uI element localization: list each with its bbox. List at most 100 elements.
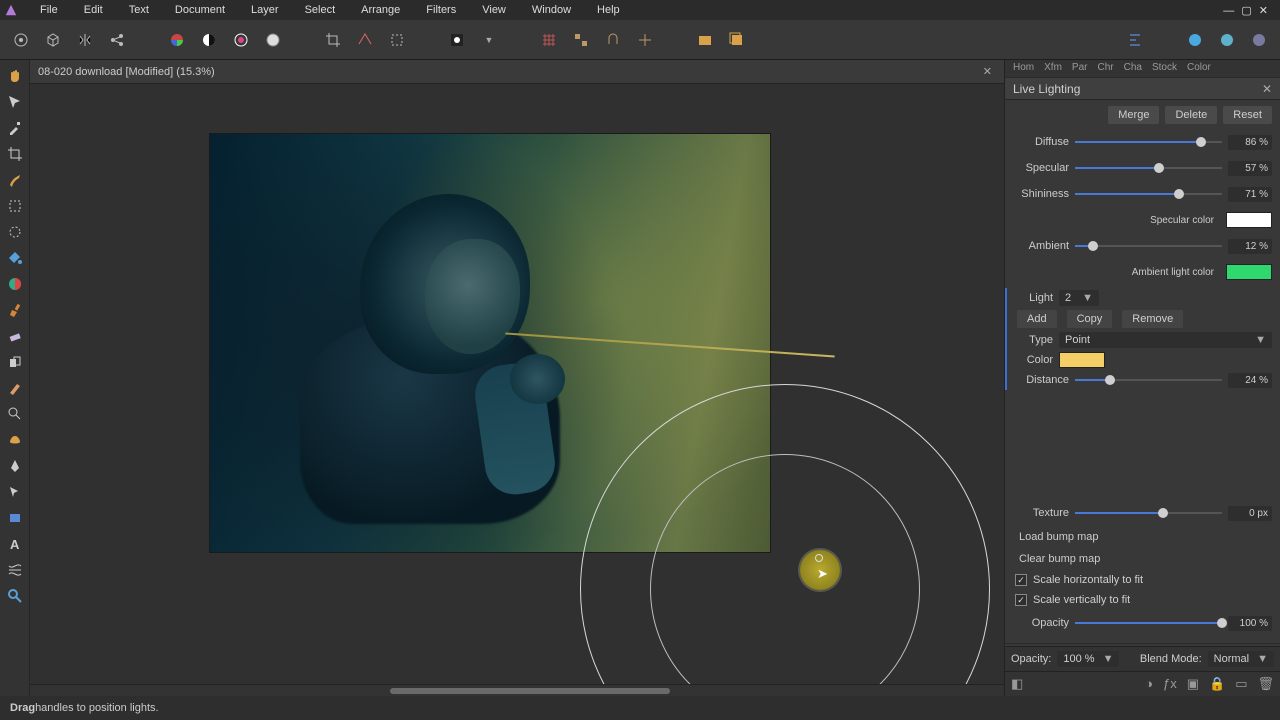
menu-select[interactable]: Select	[301, 2, 340, 18]
align-icon[interactable]	[1124, 29, 1146, 51]
shininess-value[interactable]: 71 %	[1228, 187, 1272, 202]
crop-tool-icon[interactable]	[5, 144, 25, 164]
layers-icon[interactable]: ◧	[1011, 676, 1023, 692]
light-select[interactable]: 2▼	[1059, 290, 1099, 306]
tab-character[interactable]: Chr	[1097, 62, 1113, 75]
inpaint-tool-icon[interactable]	[5, 378, 25, 398]
clone-tool-icon[interactable]	[5, 352, 25, 372]
ambient-color-swatch[interactable]	[1226, 264, 1272, 280]
blend-mode-select[interactable]: Normal▼	[1208, 651, 1274, 667]
dodge-tool-icon[interactable]	[5, 404, 25, 424]
paint-brush-tool-icon[interactable]	[5, 300, 25, 320]
menu-help[interactable]: Help	[593, 2, 624, 18]
merge-button[interactable]: Merge	[1108, 106, 1159, 124]
close-panel-icon[interactable]: ✕	[1262, 82, 1272, 96]
selection-icon[interactable]	[386, 29, 408, 51]
type-select[interactable]: Point▼	[1059, 332, 1272, 348]
close-document-icon[interactable]: ✕	[979, 65, 996, 78]
menu-filters[interactable]: Filters	[422, 2, 460, 18]
crop-icon[interactable]	[322, 29, 344, 51]
shininess-slider[interactable]	[1075, 187, 1222, 201]
window-controls[interactable]: — ▢ ✕	[1223, 4, 1276, 17]
opacity-slider[interactable]	[1075, 616, 1222, 630]
reset-view-icon[interactable]	[10, 29, 32, 51]
menu-arrange[interactable]: Arrange	[357, 2, 404, 18]
menu-layer[interactable]: Layer	[247, 2, 283, 18]
marquee-ellipse-tool-icon[interactable]	[5, 222, 25, 242]
tab-stock[interactable]: Stock	[1152, 62, 1177, 75]
cube-icon[interactable]	[42, 29, 64, 51]
tab-color[interactable]: Color	[1187, 62, 1211, 75]
node-tool-icon[interactable]	[5, 482, 25, 502]
move-tool-icon[interactable]	[5, 92, 25, 112]
lock-icon[interactable]: 🔒	[1209, 676, 1225, 692]
clear-bump-button[interactable]: Clear bump map	[1013, 551, 1272, 567]
menu-view[interactable]: View	[478, 2, 510, 18]
layer-opacity-select[interactable]: 100 %▼	[1057, 651, 1119, 667]
texture-slider[interactable]	[1075, 506, 1222, 520]
zoom-tool-icon[interactable]	[5, 586, 25, 606]
color-wheel-icon[interactable]	[166, 29, 188, 51]
specular-color-swatch[interactable]	[1226, 212, 1272, 228]
contrast-icon[interactable]	[198, 29, 220, 51]
copy-light-button[interactable]: Copy	[1067, 310, 1113, 328]
texture-value[interactable]: 0 px	[1228, 506, 1272, 521]
canvas[interactable]: ➤	[30, 84, 1004, 684]
light-color-swatch[interactable]	[1059, 352, 1105, 368]
pixel-grid-icon[interactable]	[570, 29, 592, 51]
persona-liquify-icon[interactable]	[1216, 29, 1238, 51]
guides-icon[interactable]	[634, 29, 656, 51]
selection-brush-tool-icon[interactable]	[5, 170, 25, 190]
shape-rect-tool-icon[interactable]	[5, 508, 25, 528]
diffuse-slider[interactable]	[1075, 135, 1222, 149]
specular-slider[interactable]	[1075, 161, 1222, 175]
color-picker-tool-icon[interactable]	[5, 118, 25, 138]
flood-fill-tool-icon[interactable]	[5, 248, 25, 268]
diffuse-value[interactable]: 86 %	[1228, 135, 1272, 150]
persona-photo-icon[interactable]	[1184, 29, 1206, 51]
delete-button[interactable]: Delete	[1165, 106, 1217, 124]
ambient-slider[interactable]	[1075, 239, 1222, 253]
mirror-icon[interactable]	[74, 29, 96, 51]
menu-text[interactable]: Text	[125, 2, 153, 18]
tab-transform[interactable]: Xfm	[1044, 62, 1062, 75]
erase-tool-icon[interactable]	[5, 326, 25, 346]
hsl-icon[interactable]	[230, 29, 252, 51]
marquee-rect-tool-icon[interactable]	[5, 196, 25, 216]
persona-develop-icon[interactable]	[1248, 29, 1270, 51]
sponge-tool-icon[interactable]	[5, 430, 25, 450]
mesh-tool-icon[interactable]	[5, 560, 25, 580]
scale-v-checkbox[interactable]	[1015, 594, 1027, 606]
light-gizmo-handle[interactable]	[815, 554, 823, 562]
menu-edit[interactable]: Edit	[80, 2, 107, 18]
mask-icon[interactable]	[446, 29, 468, 51]
stock-icon[interactable]	[726, 29, 748, 51]
add-light-button[interactable]: Add	[1017, 310, 1057, 328]
share-icon[interactable]	[106, 29, 128, 51]
distance-slider[interactable]	[1075, 373, 1222, 387]
menu-window[interactable]: Window	[528, 2, 575, 18]
scale-v-row[interactable]: Scale vertically to fit	[1013, 593, 1272, 607]
hand-tool-icon[interactable]	[5, 66, 25, 86]
pen-tool-icon[interactable]	[5, 456, 25, 476]
fx-icon[interactable]: ƒx	[1163, 676, 1177, 692]
grid-icon[interactable]	[538, 29, 560, 51]
distance-value[interactable]: 24 %	[1228, 373, 1272, 388]
trash-icon[interactable]: 🗑	[1257, 676, 1274, 692]
dropdown-caret-icon[interactable]: ▼	[478, 29, 500, 51]
scale-h-row[interactable]: Scale horizontally to fit	[1013, 573, 1272, 587]
levels-icon[interactable]	[262, 29, 284, 51]
assets-icon[interactable]	[694, 29, 716, 51]
tab-histogram[interactable]: Hom	[1013, 62, 1034, 75]
snap-icon[interactable]	[602, 29, 624, 51]
transform-icon[interactable]	[354, 29, 376, 51]
tab-paragraph[interactable]: Par	[1072, 62, 1088, 75]
reset-button[interactable]: Reset	[1223, 106, 1272, 124]
menu-document[interactable]: Document	[171, 2, 229, 18]
specular-value[interactable]: 57 %	[1228, 161, 1272, 176]
scale-h-checkbox[interactable]	[1015, 574, 1027, 586]
tab-channels[interactable]: Cha	[1124, 62, 1142, 75]
ambient-value[interactable]: 12 %	[1228, 239, 1272, 254]
adjustment-layer-icon[interactable]: ◑	[1145, 676, 1153, 692]
menu-file[interactable]: File	[36, 2, 62, 18]
